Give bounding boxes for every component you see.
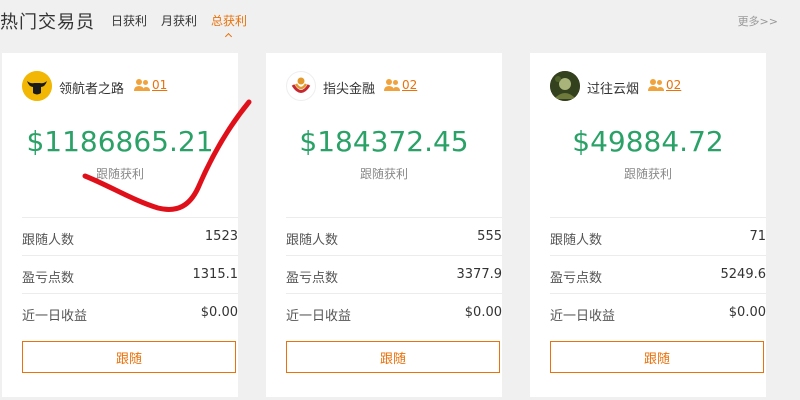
- stat-row-followers: 跟随人数 71: [550, 217, 766, 256]
- stat-row-followers: 跟随人数 1523: [22, 217, 238, 256]
- follower-count-link[interactable]: 02: [666, 78, 681, 92]
- page-title: 热门交易员: [0, 12, 95, 33]
- users-icon: [134, 79, 150, 91]
- stat-value: $0.00: [200, 305, 238, 320]
- trader-avatar[interactable]: [286, 71, 316, 101]
- stat-value: 5249.6: [720, 267, 767, 282]
- stat-label: 跟随人数: [286, 233, 339, 248]
- total-profit-value: $49884.72: [572, 125, 724, 158]
- stat-row-daily-return: 近一日收益 $0.00: [550, 293, 766, 332]
- trader-card: 指尖金融 02 $184372.45 跟随获利 跟随人数 555 盈亏点数 33…: [266, 53, 502, 397]
- total-profit-value: $1186865.21: [26, 125, 214, 158]
- tab-daily-profit[interactable]: 日获利: [111, 12, 147, 33]
- bull-logo-icon: [22, 71, 52, 101]
- stat-value: 1523: [204, 229, 238, 244]
- stat-label: 跟随人数: [22, 233, 75, 248]
- follower-count-link[interactable]: 02: [402, 78, 417, 92]
- profit-label: 跟随获利: [623, 167, 672, 181]
- trader-name[interactable]: 指尖金融: [323, 78, 375, 97]
- stat-row-daily-return: 近一日收益 $0.00: [286, 293, 502, 332]
- follow-button[interactable]: 跟随: [550, 341, 764, 373]
- trader-card-header[interactable]: 指尖金融 02 $184372.45 跟随获利: [266, 53, 502, 217]
- follow-button[interactable]: 跟随: [22, 341, 236, 373]
- total-profit-value: $184372.45: [299, 125, 469, 158]
- trader-name[interactable]: 领航者之路: [59, 78, 124, 97]
- stat-label: 近一日收益: [550, 309, 616, 324]
- follower-count-link[interactable]: 01: [152, 78, 167, 92]
- profit-label: 跟随获利: [95, 167, 144, 181]
- trader-card: 领航者之路 01 $1186865.21 跟随获利 跟随人数 1523 盈亏点数…: [2, 53, 238, 397]
- stat-value: $0.00: [464, 305, 502, 320]
- stat-row-pips: 盈亏点数 1315.1: [22, 255, 238, 294]
- trader-card: 过往云烟 02 $49884.72 跟随获利 跟随人数 71 盈亏点数 5249…: [530, 53, 766, 397]
- trader-card-header[interactable]: 领航者之路 01 $1186865.21 跟随获利: [2, 53, 238, 217]
- stat-value: 1315.1: [192, 267, 239, 282]
- stat-row-daily-return: 近一日收益 $0.00: [22, 293, 238, 332]
- photo-avatar-icon: [550, 71, 580, 101]
- stat-label: 近一日收益: [22, 309, 88, 324]
- trader-avatar[interactable]: [550, 71, 580, 101]
- stat-row-followers: 跟随人数 555: [286, 217, 502, 256]
- stat-row-pips: 盈亏点数 5249.6: [550, 255, 766, 294]
- stat-label: 近一日收益: [286, 309, 352, 324]
- stat-value: 71: [749, 229, 766, 244]
- tab-monthly-profit[interactable]: 月获利: [161, 12, 197, 33]
- trader-name[interactable]: 过往云烟: [587, 78, 639, 97]
- stat-value: 3377.9: [456, 267, 503, 282]
- stat-label: 跟随人数: [550, 233, 603, 248]
- header: 热门交易员 日获利 月获利 总获利 更多>>: [0, 0, 800, 40]
- tab-bar: 日获利 月获利 总获利: [111, 12, 261, 33]
- users-icon: [384, 79, 400, 91]
- stat-value: 555: [477, 229, 502, 244]
- trader-avatar[interactable]: [22, 71, 52, 101]
- profit-label: 跟随获利: [359, 167, 408, 181]
- swirl-logo-icon: [288, 73, 314, 99]
- trader-card-header[interactable]: 过往云烟 02 $49884.72 跟随获利: [530, 53, 766, 217]
- users-icon: [648, 79, 664, 91]
- stat-label: 盈亏点数: [286, 271, 339, 286]
- stat-row-pips: 盈亏点数 3377.9: [286, 255, 502, 294]
- more-link[interactable]: 更多>>: [738, 13, 778, 29]
- tab-total-profit[interactable]: 总获利: [211, 12, 247, 33]
- stat-label: 盈亏点数: [550, 271, 603, 286]
- stat-label: 盈亏点数: [22, 271, 75, 286]
- stat-value: $0.00: [728, 305, 766, 320]
- follow-button[interactable]: 跟随: [286, 341, 500, 373]
